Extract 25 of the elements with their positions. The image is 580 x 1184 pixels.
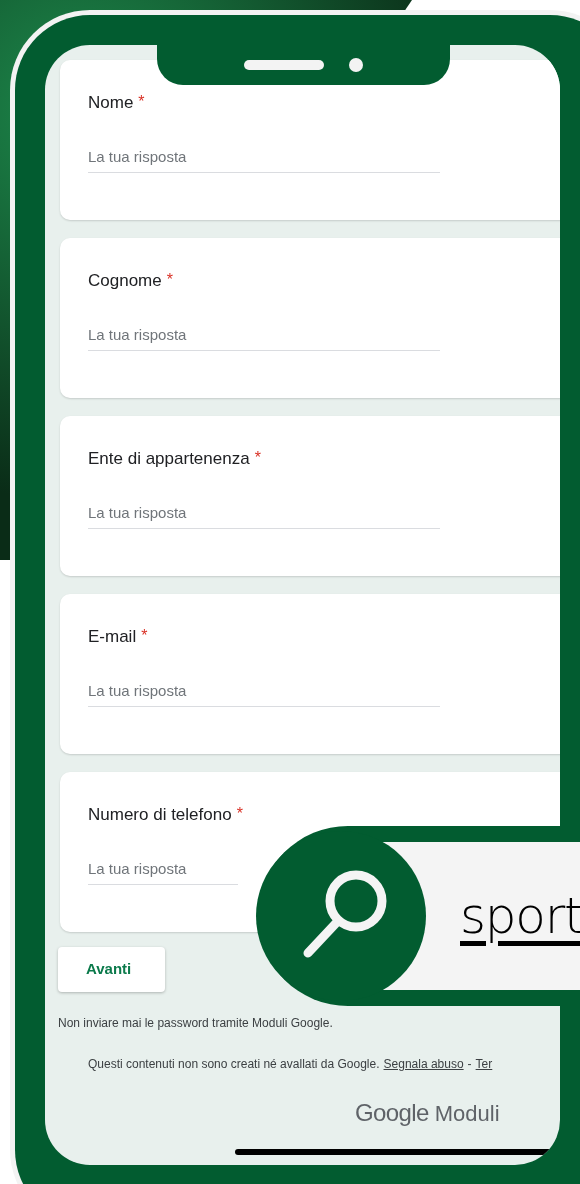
- link-separator: -: [467, 1056, 472, 1073]
- next-button[interactable]: Avanti: [58, 947, 165, 992]
- question-label: Numero di telefono: [88, 804, 232, 826]
- answer-field[interactable]: La tua risposta: [88, 675, 440, 707]
- answer-field[interactable]: La tua risposta: [88, 497, 440, 529]
- required-mark: *: [138, 92, 145, 112]
- password-warning: Non inviare mai le password tramite Moduli Google.: [58, 1015, 334, 1032]
- disclaimer-text: Questi contenuti non sono creati né avallati da Google.: [88, 1056, 380, 1073]
- question-label: Ente di appartenenza: [88, 448, 250, 470]
- answer-field[interactable]: La tua risposta: [88, 319, 440, 351]
- search-icon: [302, 870, 388, 958]
- required-mark: *: [254, 448, 261, 468]
- footer-link[interactable]: Segnala abuso: [383, 1055, 464, 1073]
- brand-product: Moduli: [434, 1100, 500, 1128]
- answer-field[interactable]: La tua risposta: [88, 853, 238, 885]
- required-mark: *: [141, 626, 148, 646]
- question-label: Cognome: [88, 270, 162, 292]
- required-mark: *: [236, 804, 243, 824]
- footer-link[interactable]: Ter: [475, 1055, 493, 1073]
- required-mark: *: [166, 270, 173, 290]
- question-label: E-mail: [88, 626, 137, 648]
- question-label: Nome: [88, 92, 134, 114]
- brand-logo: Google: [355, 1098, 429, 1128]
- answer-field[interactable]: La tua risposta: [88, 141, 440, 173]
- search-term: sport: [460, 891, 580, 941]
